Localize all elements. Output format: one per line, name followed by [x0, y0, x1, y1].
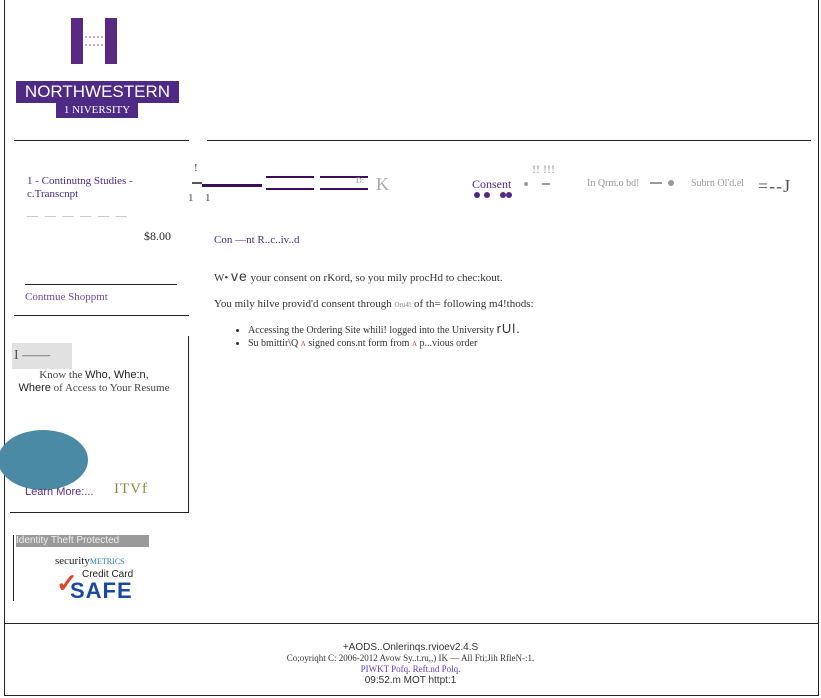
step-bar-2a	[266, 176, 314, 178]
consent-text-a: W•	[214, 272, 229, 284]
badge-header: Identity Theft Protected	[16, 535, 149, 547]
list-item: Su bmittir\Q A signed cons.nt form from …	[248, 337, 521, 351]
page-title: Con —nt R..c..iv..d	[214, 234, 300, 246]
cart-item-details: — — — — — —	[27, 210, 129, 222]
methods-text-tiny: Oru4!	[394, 301, 412, 309]
learn-more-link[interactable]: Learn More:...	[25, 486, 93, 498]
step-bar-grey	[542, 183, 550, 185]
sidebar-divider	[14, 315, 189, 316]
footer: +AODS..Onlerinqs.rvioev2.4.S Co;oyriqht …	[0, 642, 821, 686]
footer-version: +AODS..Onlerinqs.rvioev2.4.S	[342, 642, 479, 653]
step-mark-dk: D:	[356, 176, 364, 185]
promo-text: Know the Who, Whe:n, Where of Access to …	[10, 369, 178, 395]
header-divider-right	[207, 140, 811, 141]
method-2-text-b: signed cons.nt form from	[308, 338, 410, 349]
step-dot	[524, 182, 528, 186]
step-bar-start	[192, 182, 202, 184]
step-dot	[668, 180, 674, 186]
header-divider-left	[14, 140, 189, 141]
badge-brand-sup: METRICS	[89, 557, 125, 566]
promo-logo: ITVf	[114, 481, 148, 497]
step-number-1: 1	[188, 192, 194, 204]
badge-brand-text: security	[55, 555, 90, 567]
badge-brand: securityMETRICS	[55, 555, 125, 567]
list-item: Accessing the Ordering Site whili! logge…	[248, 322, 521, 337]
brand-name[interactable]: NORTHWESTERN	[16, 81, 179, 103]
consent-text-b: your consent on rKord, so you mily procH…	[250, 272, 503, 284]
cart-item-price: $8.00	[144, 229, 171, 243]
step-bar-1	[202, 184, 262, 187]
promo-graphic	[0, 430, 88, 490]
step-dot	[506, 192, 512, 198]
step-mark-k: K	[376, 174, 389, 194]
step-dot	[474, 192, 480, 198]
step-bar-2b	[266, 188, 314, 190]
continue-shopping-link[interactable]: Contmue Shoppmt	[25, 291, 108, 303]
cart-item-link[interactable]: 1 - Continutng Studies - c.Transcnpt	[27, 175, 177, 201]
methods-text-a: You mily hilve provid'd consent through	[214, 298, 392, 310]
step-bar-3b	[320, 188, 368, 190]
step-bar-grey	[650, 182, 662, 184]
method-2-tiny: A	[300, 340, 306, 348]
promo-header: I ——	[12, 343, 72, 369]
step-submit[interactable]: Subrn Ol'd.el	[691, 178, 744, 189]
security-badge[interactable]: Identity Theft Protected securityMETRICS…	[13, 535, 149, 603]
consent-text-big: ve	[230, 268, 248, 284]
promo-text-4: of Access to Your Resume	[53, 382, 170, 394]
consent-methods-list: Accessing the Ordering Site whili! logge…	[236, 322, 521, 351]
method-1-text: Accessing the Ordering Site whili! logge…	[248, 325, 495, 336]
promo-text-2: Who, Whe:n,	[85, 369, 149, 381]
footer-copyright: Co;oyriqht C: 2006-2012 Avow Sy..t.ru,,)…	[286, 653, 535, 663]
checkout-steps: ! D: K 1 1 Consent !! !!! In Qrm.o bd! S…	[188, 162, 810, 212]
university-logo-icon[interactable]	[71, 18, 117, 64]
promo-text-3: Where	[18, 382, 51, 394]
promo-text-1: Know the	[39, 369, 83, 381]
step-consent[interactable]: Consent	[472, 177, 511, 192]
resume-promo-panel: I —— Know the Who, Whe:n, Where of Acces…	[0, 336, 189, 513]
badge-safe: SAFE	[70, 578, 133, 603]
consent-status-text: W• ve your consent on rKord, so you mily…	[214, 268, 503, 284]
method-2-tiny-2: A	[411, 340, 418, 348]
methods-text-b: of th= following m4!thods:	[414, 298, 534, 310]
step-dot	[484, 192, 490, 198]
brand-subtitle: 1 NIVERSITY	[56, 102, 138, 118]
step-info[interactable]: In Qrm.o bd!	[587, 178, 640, 189]
footer-divider	[4, 623, 819, 624]
step-end: =--J	[758, 176, 792, 196]
cart-divider	[25, 284, 177, 285]
footer-policy-links[interactable]: PIWKT Pofq. Reft.nd Polq.	[0, 664, 821, 675]
step-mark-ii: !! !!!	[532, 162, 555, 176]
step-number-2: 1	[205, 192, 211, 204]
methods-intro: You mily hilve provid'd consent through …	[214, 298, 534, 310]
method-2-text-c: p...vious order	[419, 338, 478, 349]
method-2-text-a: Su bmittir\Q	[248, 338, 299, 349]
footer-timestamp: 09:52.m MOT httpt:1	[364, 675, 457, 686]
step-mark: !	[194, 162, 198, 174]
method-1-big: rUl.	[496, 321, 521, 336]
